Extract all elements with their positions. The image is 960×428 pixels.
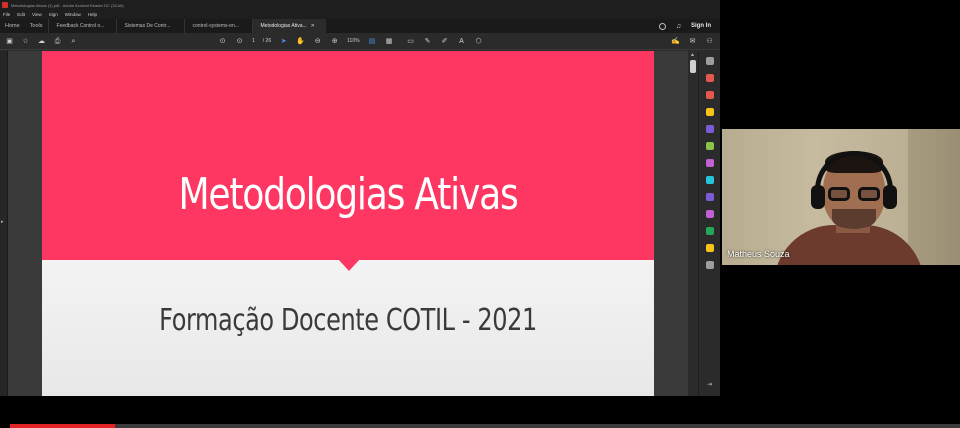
export-pdf-icon[interactable] xyxy=(706,74,714,82)
scan-ocr-icon[interactable] xyxy=(706,176,714,184)
compress-icon[interactable] xyxy=(706,244,714,252)
tab-tools[interactable]: Tools xyxy=(25,19,48,33)
fit-page-icon[interactable]: ▤ xyxy=(368,37,377,46)
notifications-icon[interactable]: ♫ xyxy=(674,22,683,31)
window-title: Metodologias Ativas (1).pdf - Adobe Acro… xyxy=(11,2,124,8)
more-tools-icon[interactable] xyxy=(706,261,714,269)
previous-page-icon[interactable]: ⊙ xyxy=(218,37,227,46)
next-page-icon[interactable]: ⊙ xyxy=(235,37,244,46)
bookmark-star-icon[interactable]: ☆ xyxy=(21,37,30,46)
upload-cloud-icon[interactable]: ☁ xyxy=(37,37,46,46)
share-user-icon[interactable]: ⚇ xyxy=(705,37,714,46)
scroll-mode-icon[interactable]: ▦ xyxy=(385,37,394,46)
document-view[interactable]: Metodologias Ativas Formação Docente COT… xyxy=(8,51,688,396)
doc-tab-sistemas-de-controle[interactable]: Sistemas De Contr... xyxy=(115,19,184,33)
doc-tab-metodologias-ativas[interactable]: Metodologias Ativa... ✕ xyxy=(251,19,326,33)
person-glasses xyxy=(828,187,880,201)
create-pdf-icon[interactable] xyxy=(706,91,714,99)
tab-home[interactable]: Home xyxy=(0,19,25,33)
pdf-page: Metodologias Ativas Formação Docente COT… xyxy=(42,51,654,396)
menu-bar: File Edit View Sign Window Help xyxy=(0,10,720,19)
edit-pdf-icon[interactable] xyxy=(706,142,714,150)
select-cursor-icon[interactable]: ➤ xyxy=(279,37,288,46)
tab-bar: Home Tools Feedback Control o... Sistema… xyxy=(0,19,720,33)
slide-header-band xyxy=(42,51,654,260)
menu-window[interactable]: Window xyxy=(65,12,81,17)
collapse-pane-icon[interactable]: ⇥ xyxy=(707,381,712,388)
title-bar: Metodologias Ativas (1).pdf - Adobe Acro… xyxy=(0,0,720,10)
organize-pages-icon[interactable] xyxy=(706,227,714,235)
mail-icon[interactable]: ✉ xyxy=(688,37,697,46)
combine-files-icon[interactable] xyxy=(706,125,714,133)
slide-title: Metodologias Ativas xyxy=(178,169,518,220)
left-panel-toggle[interactable]: ▸ xyxy=(0,51,8,396)
doc-tab-label: Metodologias Ativa... xyxy=(260,23,307,29)
screen: Metodologias Ativas (1).pdf - Adobe Acro… xyxy=(0,0,960,428)
page-total: / 26 xyxy=(262,38,272,44)
send-signature-icon[interactable] xyxy=(706,210,714,218)
participant-name: Matheus Souza xyxy=(727,249,790,259)
comment-icon[interactable] xyxy=(706,108,714,116)
menu-view[interactable]: View xyxy=(32,12,42,17)
video-progress-fill xyxy=(10,424,115,428)
zoom-in-icon[interactable]: ⊕ xyxy=(330,37,339,46)
menu-help[interactable]: Help xyxy=(88,12,97,17)
protect-icon[interactable] xyxy=(706,193,714,201)
person-beard xyxy=(832,209,876,229)
glasses-right-lens xyxy=(858,187,880,201)
menu-edit[interactable]: Edit xyxy=(17,12,25,17)
main-toolbar: ▣ ☆ ☁ ⎙ ⌕ ⊙ ⊙ 1 / 26 ➤ ✋ ⊖ ⊕ 110% ▤ ▦ ▭ xyxy=(0,33,720,50)
headset-left-cup xyxy=(811,185,825,209)
glasses-left-lens xyxy=(828,187,850,201)
comment-icon[interactable]: ▭ xyxy=(406,37,415,46)
video-progress-bar[interactable] xyxy=(10,424,960,428)
background-door xyxy=(908,129,960,265)
page-number-input[interactable]: 1 xyxy=(252,38,255,44)
edit-sign-icon[interactable]: ✍ xyxy=(671,37,680,46)
save-icon[interactable]: ▣ xyxy=(5,37,14,46)
vertical-scrollbar[interactable]: ▲ xyxy=(688,51,698,396)
slide-notch xyxy=(338,259,360,271)
highlight-pen-icon[interactable]: ✎ xyxy=(423,37,432,46)
text-tool-icon[interactable]: A xyxy=(457,37,466,46)
webcam-video[interactable]: Matheus Souza xyxy=(722,129,960,265)
zoom-level-select[interactable]: 110% xyxy=(347,38,359,44)
slide-subtitle: Formação Docente COTIL - 2021 xyxy=(159,303,537,338)
sign-in-button[interactable]: Sign In xyxy=(691,23,711,29)
acrobat-window: Metodologias Ativas (1).pdf - Adobe Acro… xyxy=(0,0,720,396)
draw-icon[interactable]: ✐ xyxy=(440,37,449,46)
menu-file[interactable]: File xyxy=(3,12,10,17)
header-actions: ♫ Sign In xyxy=(659,19,720,33)
print-icon[interactable]: ⎙ xyxy=(53,37,62,46)
search-icon[interactable]: ⌕ xyxy=(69,37,78,46)
scroll-up-icon[interactable]: ▲ xyxy=(690,52,695,58)
doc-tab-control-systems[interactable]: control-systems-en... xyxy=(183,19,252,33)
doc-tab-feedback-control[interactable]: Feedback Control o... xyxy=(47,19,116,33)
close-tab-icon[interactable]: ✕ xyxy=(311,23,315,29)
hand-tool-icon[interactable]: ✋ xyxy=(296,37,305,46)
tools-pane: ⇥ xyxy=(698,51,720,396)
stamp-icon[interactable]: ⬡ xyxy=(474,37,483,46)
scrollbar-thumb[interactable] xyxy=(690,60,696,73)
headset-right-cup xyxy=(883,185,897,209)
help-icon[interactable] xyxy=(659,22,666,30)
search-zoom-icon[interactable] xyxy=(706,57,714,65)
zoom-out-icon[interactable]: ⊖ xyxy=(313,37,322,46)
fill-sign-icon[interactable] xyxy=(706,159,714,167)
expand-left-icon[interactable]: ▸ xyxy=(1,219,4,225)
menu-sign[interactable]: Sign xyxy=(49,12,58,17)
acrobat-logo-icon xyxy=(2,2,8,8)
